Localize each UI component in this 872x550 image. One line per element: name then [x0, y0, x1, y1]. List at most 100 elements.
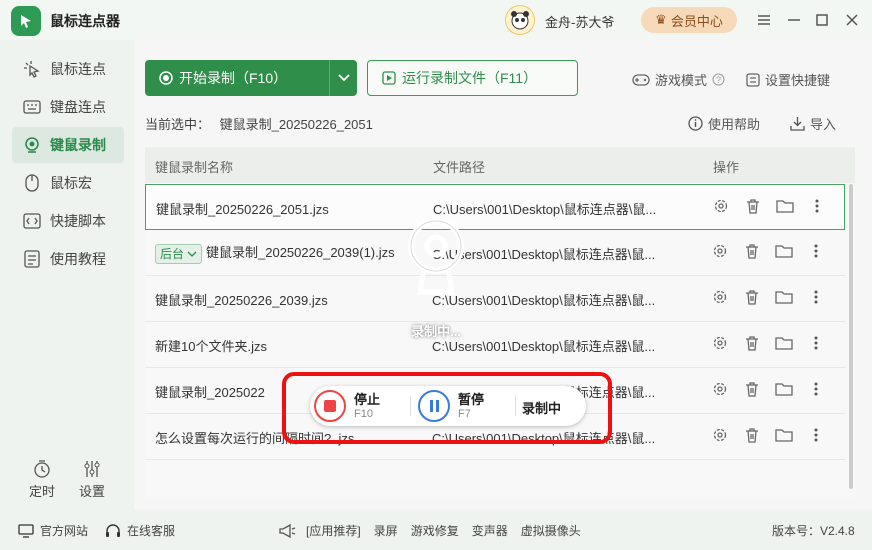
title-bar: 鼠标连点器 金舟-苏大爷 ♛ 会员中心 [0, 0, 872, 40]
shortcut-label: 设置快捷键 [765, 73, 831, 88]
sidebar-item-label: 鼠标宏 [50, 175, 92, 191]
table-row[interactable]: 新建10个文件夹.jzs C:\Users\001\Desktop\鼠标连点器\… [145, 322, 845, 368]
trash-icon[interactable] [743, 334, 761, 352]
help-circle-icon[interactable]: ? [712, 73, 725, 86]
stop-button[interactable] [314, 390, 346, 422]
folder-icon[interactable] [775, 380, 793, 398]
trash-icon[interactable] [743, 380, 761, 398]
more-icon[interactable] [807, 380, 825, 398]
minimize-icon[interactable] [785, 11, 803, 29]
game-mode-label: 游戏模式 [655, 73, 708, 88]
menu-icon[interactable] [755, 11, 773, 29]
trash-icon[interactable] [743, 426, 761, 444]
trash-icon[interactable] [744, 197, 762, 215]
row-actions [711, 334, 825, 352]
megaphone-icon [278, 523, 296, 539]
gear-icon[interactable] [711, 288, 729, 306]
more-icon[interactable] [807, 426, 825, 444]
sidebar-item-tutorial[interactable]: 使用教程 [12, 241, 124, 277]
game-mode-toggle[interactable]: 游戏模式 ? [632, 70, 725, 89]
recording-state-label: 录制中 [522, 401, 562, 416]
vip-label: 会员中心 [670, 13, 723, 29]
table-scrollbar[interactable] [849, 184, 853, 489]
recommend-link-game-repair[interactable]: 游戏修复 [411, 522, 459, 539]
vip-center-button[interactable]: ♛ 会员中心 [641, 7, 737, 33]
app-logo-icon [11, 6, 41, 36]
current-selection-value: 键鼠录制_20250226_2051 [219, 117, 373, 132]
website-label: 官方网站 [40, 524, 89, 538]
more-icon[interactable] [807, 334, 825, 352]
stop-icon [324, 400, 336, 412]
maximize-icon[interactable] [813, 11, 831, 29]
import-label: 导入 [810, 117, 837, 132]
sliders-icon [72, 460, 112, 481]
online-service-link[interactable]: 在线客服 [105, 522, 175, 539]
gear-icon[interactable] [711, 426, 729, 444]
sidebar-item-label: 鼠标连点 [50, 61, 106, 77]
folder-icon[interactable] [776, 197, 794, 215]
recommend-link-voice-changer[interactable]: 变声器 [472, 522, 508, 539]
recommend-section: [应用推荐] 录屏 游戏修复 变声器 虚拟摄像头 [278, 522, 581, 539]
run-record-file-button[interactable]: 运行录制文件（F11） [367, 60, 578, 96]
background-mode-badge[interactable]: 后台 [155, 243, 203, 264]
row-actions [712, 197, 826, 215]
app-title: 鼠标连点器 [50, 13, 120, 29]
sidebar-item-script[interactable]: 快捷脚本 [12, 203, 124, 239]
headset-icon [105, 523, 121, 539]
sidebar-item-mouse-click[interactable]: 鼠标连点 [12, 51, 124, 87]
sidebar-item-mouse-macro[interactable]: 鼠标宏 [12, 165, 124, 201]
more-icon[interactable] [808, 197, 826, 215]
pause-label: 暂停 [458, 392, 485, 407]
table-row[interactable]: 键鼠录制_20250226_2039.jzs C:\Users\001\Desk… [145, 276, 845, 322]
help-label: 使用帮助 [708, 117, 761, 132]
gear-icon[interactable] [711, 380, 729, 398]
mouse-icon [22, 173, 42, 193]
user-avatar[interactable] [505, 5, 535, 35]
help-link[interactable]: 使用帮助 [688, 114, 760, 133]
settings-button[interactable]: 设置 [72, 460, 112, 500]
row-actions [711, 288, 825, 306]
stop-label: 停止 [354, 392, 381, 407]
pause-icon [435, 400, 439, 412]
table-header: 键鼠录制名称 文件路径 操作 [145, 147, 855, 183]
folder-icon[interactable] [775, 334, 793, 352]
folder-icon[interactable] [775, 288, 793, 306]
more-icon[interactable] [807, 288, 825, 306]
recommend-link-virtual-camera[interactable]: 虚拟摄像头 [521, 522, 581, 539]
column-header-name: 键鼠录制名称 [155, 160, 234, 175]
timer-label: 定时 [28, 484, 55, 499]
table-row[interactable]: 后台 键鼠录制_20250226_2039(1).jzs C:\Users\001… [145, 230, 845, 276]
sidebar-item-record[interactable]: 键鼠录制 [12, 127, 124, 163]
file-name-cell: 后台 键鼠录制_20250226_2039(1).jzs [155, 242, 395, 264]
file-name: 键鼠录制_20250226_2039(1).jzs [206, 245, 395, 260]
official-website-link[interactable]: 官方网站 [18, 522, 88, 539]
username[interactable]: 金舟-苏大爷 [545, 12, 614, 31]
folder-icon[interactable] [775, 426, 793, 444]
sidebar-item-label: 键鼠录制 [50, 137, 106, 153]
more-icon[interactable] [807, 242, 825, 260]
recommend-link-record[interactable]: 录屏 [374, 522, 398, 539]
table-row[interactable]: 键鼠录制_20250226_2051.jzs C:\Users\001\Desk… [145, 184, 845, 230]
gear-icon[interactable] [712, 197, 730, 215]
trash-icon[interactable] [743, 288, 761, 306]
pause-button[interactable] [418, 390, 450, 422]
sidebar-item-keyboard-click[interactable]: 键盘连点 [12, 89, 124, 125]
shortcut-settings-link[interactable]: 设置快捷键 [746, 70, 830, 89]
gamepad-icon [632, 73, 650, 86]
close-icon[interactable] [843, 11, 861, 29]
start-record-button[interactable]: 开始录制（F10） [145, 60, 357, 96]
row-actions [711, 426, 825, 444]
row-actions [711, 242, 825, 260]
trash-icon[interactable] [743, 242, 761, 260]
gear-icon[interactable] [711, 242, 729, 260]
import-link[interactable]: 导入 [790, 114, 836, 133]
timer-icon [22, 460, 62, 481]
cursor-click-icon [22, 59, 42, 79]
info-icon [688, 116, 703, 131]
timer-button[interactable]: 定时 [22, 460, 62, 500]
gear-icon[interactable] [711, 334, 729, 352]
folder-icon[interactable] [775, 242, 793, 260]
file-name: 键鼠录制_20250226_2039.jzs [155, 293, 328, 308]
chevron-down-icon[interactable] [329, 60, 357, 96]
record-dot-icon [159, 71, 173, 85]
